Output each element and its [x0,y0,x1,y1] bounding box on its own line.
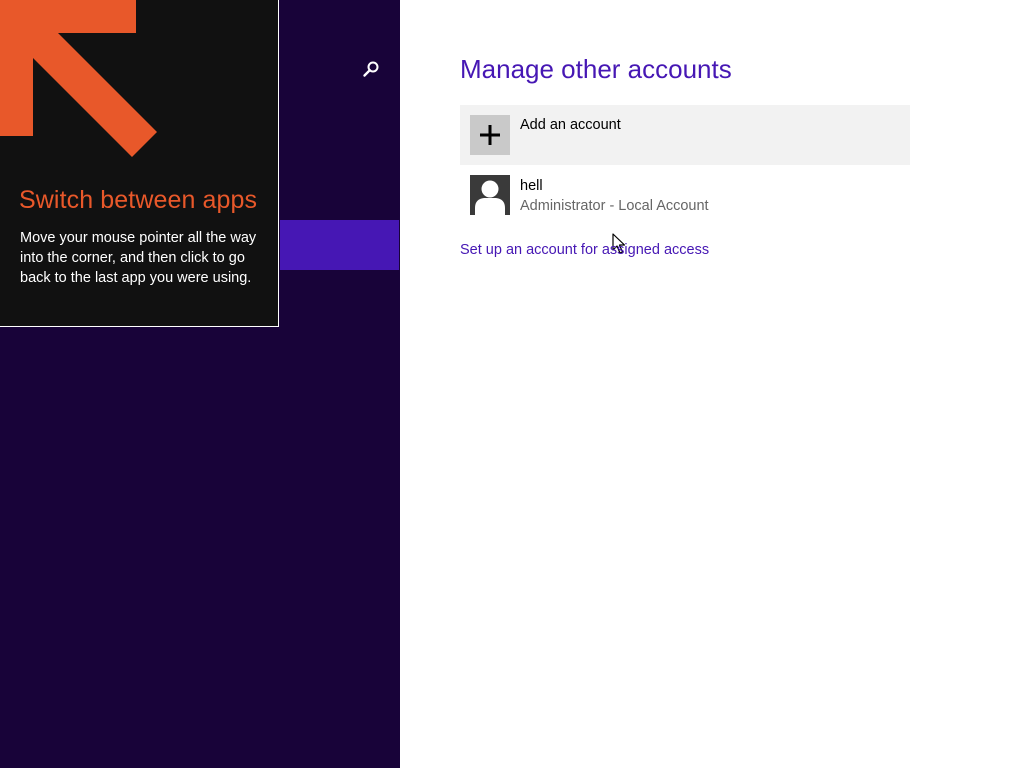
account-type: Administrator - Local Account [520,198,709,214]
pc-settings-screen: Switch between apps Move your mouse poin… [0,0,1024,768]
corner-arrow-icon [0,0,157,157]
page-title: Manage other accounts [460,54,732,84]
add-account-tile [470,115,510,155]
tip-title: Switch between apps [19,186,258,214]
account-item[interactable]: hell Administrator - Local Account [460,170,910,220]
switch-apps-tip: Switch between apps Move your mouse poin… [0,0,279,327]
nav-item-selected[interactable] [280,220,399,270]
tip-body: Move your mouse pointer all the way into… [20,230,257,286]
plus-icon [480,125,500,145]
assigned-access-link[interactable]: Set up an account for assigned access [460,242,709,258]
account-name: hell [520,178,543,194]
add-account-button[interactable]: Add an account [460,105,910,254]
content-pane: Manage other accounts Add an account hel [400,0,1024,768]
search-icon [363,61,379,77]
add-account-label: Add an account [520,117,621,133]
user-avatar-icon [470,175,510,215]
search-button[interactable] [358,56,384,82]
